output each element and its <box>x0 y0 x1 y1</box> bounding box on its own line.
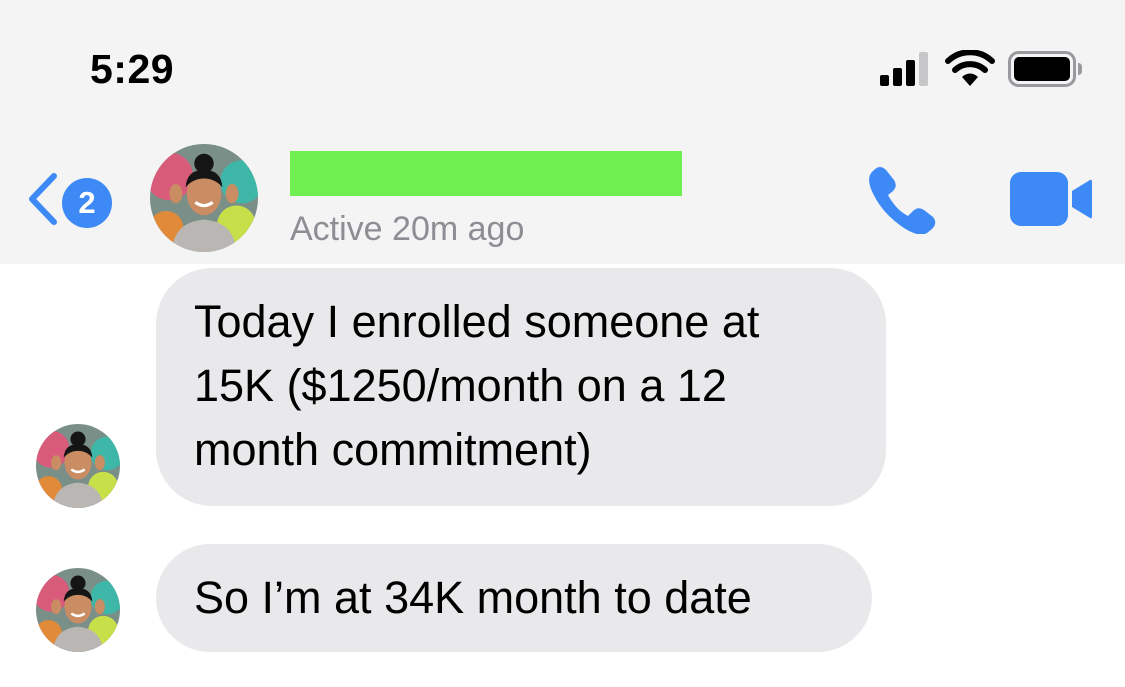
video-camera-icon[interactable] <box>1010 172 1092 226</box>
message-bubble[interactable]: So I’m at 34K month to date <box>156 544 872 652</box>
unread-count-badge: 2 <box>62 178 112 228</box>
avatar-image <box>36 424 120 508</box>
message-avatar <box>36 424 120 508</box>
conversation-header: 2 Active 20m ago <box>0 130 1125 264</box>
battery-icon <box>1008 51 1082 87</box>
message-bubble[interactable]: Today I enrolled someone at 15K ($1250/m… <box>156 268 886 506</box>
contact-name-redacted[interactable] <box>290 151 682 196</box>
message-avatar <box>36 568 120 652</box>
avatar-image <box>150 144 258 252</box>
active-status: Active 20m ago <box>290 210 525 248</box>
chevron-left-icon <box>29 173 57 225</box>
contact-avatar[interactable] <box>150 144 258 252</box>
phone-icon[interactable] <box>866 164 938 234</box>
status-bar: 5:29 <box>0 0 1125 120</box>
wifi-icon <box>945 50 995 86</box>
message-text: So I’m at 34K month to date <box>194 572 752 623</box>
back-button[interactable]: 2 <box>22 168 122 230</box>
status-time: 5:29 <box>90 46 175 92</box>
message-text: Today I enrolled someone at 15K ($1250/m… <box>194 296 760 475</box>
message-thread: Today I enrolled someone at 15K ($1250/m… <box>0 264 1125 687</box>
avatar-image <box>36 568 120 652</box>
signal-bars-icon <box>880 52 928 86</box>
